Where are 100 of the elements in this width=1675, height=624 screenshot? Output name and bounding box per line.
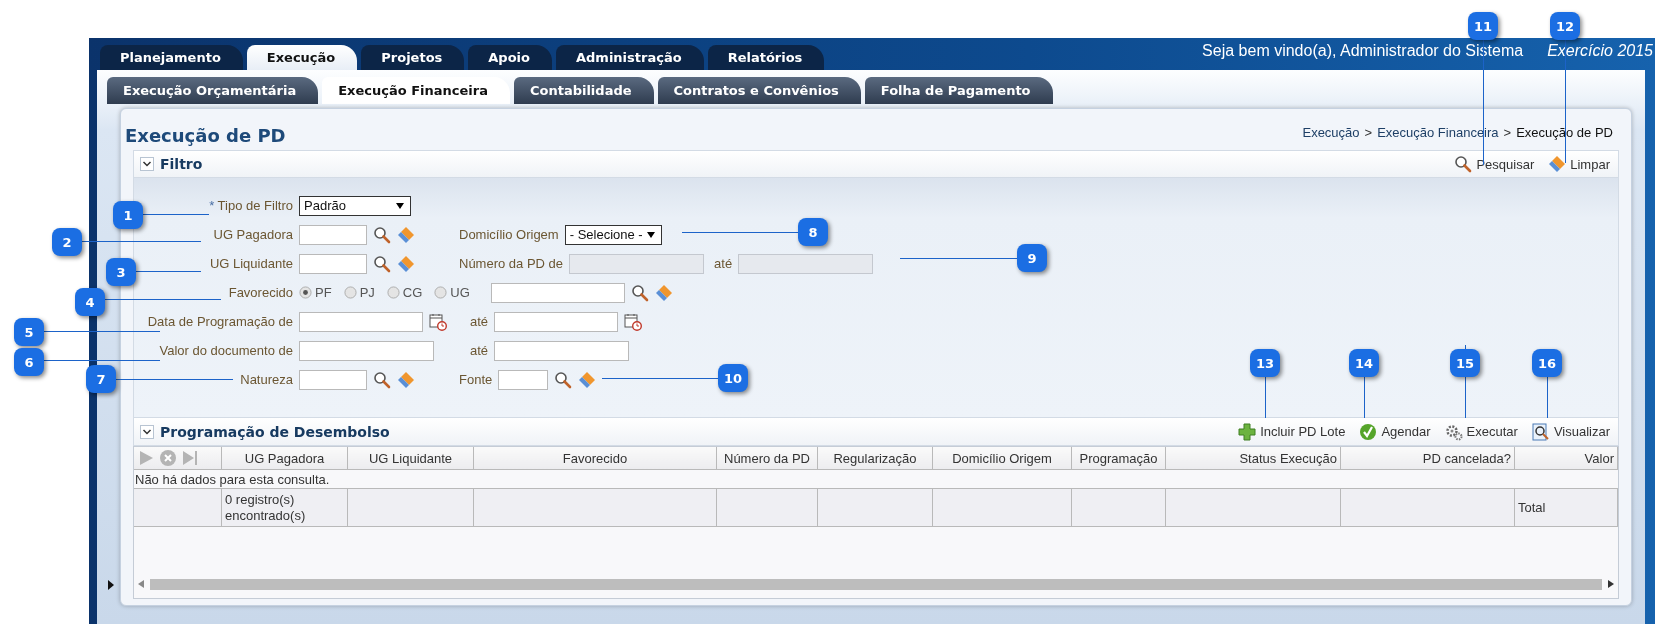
callout-badge: 12 bbox=[1550, 12, 1580, 40]
toolbar-button[interactable]: Limpar bbox=[1548, 155, 1610, 173]
field-label: Número da PD de bbox=[459, 256, 564, 271]
input-field[interactable] bbox=[299, 253, 367, 274]
column-header[interactable]: Valor bbox=[1514, 447, 1618, 470]
toolbar-button[interactable]: Pesquisar bbox=[1454, 155, 1535, 173]
field-label: Domicílio Origem bbox=[459, 227, 559, 242]
eraser-icon[interactable] bbox=[397, 370, 415, 389]
eraser-icon[interactable] bbox=[397, 225, 415, 244]
page-title: Execução de PD bbox=[125, 125, 286, 146]
dropdown-arrow-icon bbox=[396, 202, 404, 209]
callout-badge: 14 bbox=[1349, 349, 1379, 377]
search-icon[interactable] bbox=[631, 283, 649, 302]
callout-badge: 10 bbox=[718, 364, 748, 392]
input-field[interactable] bbox=[299, 340, 434, 361]
callout-badge: 5 bbox=[14, 318, 44, 346]
callout-badge: 7 bbox=[86, 365, 116, 393]
input-field[interactable] bbox=[299, 224, 367, 245]
welcome-text: Seja bem vindo(a), Administrador do Sistema bbox=[1202, 42, 1524, 60]
input-field[interactable] bbox=[498, 369, 549, 390]
callout-badge: 1 bbox=[113, 201, 143, 229]
eraser-icon bbox=[1548, 155, 1567, 173]
scroll-right-icon[interactable] bbox=[1608, 580, 1614, 588]
column-header[interactable]: Status Execução bbox=[1165, 447, 1341, 470]
field-label: até bbox=[470, 314, 489, 329]
section-title: Filtro bbox=[160, 156, 203, 172]
scroll-left-icon[interactable] bbox=[138, 580, 144, 588]
toolbar-button[interactable]: Executar bbox=[1444, 422, 1518, 441]
menu-tab[interactable]: Relatórios bbox=[707, 45, 825, 70]
filter-type-select[interactable]: Padrão bbox=[299, 195, 411, 216]
field-label: Favorecido bbox=[228, 285, 293, 300]
menu-tab[interactable]: Apoio bbox=[468, 45, 552, 70]
column-header[interactable]: Programação bbox=[1071, 447, 1166, 470]
submenu-tab[interactable]: Contratos e Convênios bbox=[657, 77, 861, 104]
column-header[interactable]: Número da PD bbox=[716, 447, 818, 470]
toolbar-button[interactable]: Agendar bbox=[1359, 422, 1431, 441]
callout-badge: 11 bbox=[1468, 12, 1498, 40]
breadcrumb-link[interactable]: Execução bbox=[1302, 125, 1360, 140]
date-field[interactable] bbox=[494, 311, 619, 332]
radio-option[interactable]: PF bbox=[299, 285, 332, 300]
gear-icon bbox=[1444, 422, 1463, 441]
calendar-icon[interactable] bbox=[624, 312, 643, 331]
callout-badge: 3 bbox=[106, 258, 136, 286]
toolbar-button[interactable]: Incluir PD Lote bbox=[1238, 422, 1346, 441]
column-header[interactable]: Domicílio Origem bbox=[932, 447, 1072, 470]
field-label: * Tipo de Filtro bbox=[209, 198, 293, 213]
record-count: 0 registro(s) encontrado(s) bbox=[221, 488, 348, 527]
dropdown-arrow-icon bbox=[646, 231, 655, 238]
eraser-icon[interactable] bbox=[397, 254, 415, 273]
column-header[interactable]: Favorecido bbox=[473, 447, 717, 470]
origin-select[interactable]: - Selecione - bbox=[564, 224, 662, 245]
menu-tab[interactable]: Execução bbox=[246, 45, 358, 70]
search-icon[interactable] bbox=[554, 370, 573, 389]
radio-option[interactable]: UG bbox=[434, 285, 470, 300]
magnifier-document-icon bbox=[1531, 422, 1550, 441]
callout-badge: 4 bbox=[75, 288, 105, 316]
radio-option[interactable]: CG bbox=[386, 285, 423, 300]
input-field[interactable] bbox=[299, 369, 367, 390]
callout-badge: 6 bbox=[14, 348, 44, 376]
eraser-icon[interactable] bbox=[578, 370, 597, 389]
eraser-icon[interactable] bbox=[655, 283, 673, 302]
search-icon bbox=[1454, 155, 1473, 173]
collapse-icon[interactable] bbox=[140, 157, 154, 171]
search-icon[interactable] bbox=[373, 254, 391, 273]
menu-tab[interactable]: Planejamento bbox=[100, 45, 243, 70]
column-header[interactable]: Regularização bbox=[817, 447, 933, 470]
input-field[interactable] bbox=[491, 282, 625, 303]
cancel-icon[interactable] bbox=[159, 449, 177, 467]
exercise-year: Exercício 2015 bbox=[1547, 42, 1653, 60]
field-label: até bbox=[714, 256, 733, 271]
callout-badge: 9 bbox=[1017, 244, 1047, 272]
submenu-tab[interactable]: Execução Financeira bbox=[322, 77, 510, 104]
field-label: Fonte bbox=[459, 372, 493, 387]
column-header[interactable]: PD cancelada? bbox=[1340, 447, 1515, 470]
search-icon[interactable] bbox=[373, 225, 391, 244]
total-label: Total bbox=[1514, 488, 1618, 527]
collapse-icon[interactable] bbox=[140, 424, 154, 439]
menu-tab[interactable]: Projetos bbox=[361, 45, 465, 70]
input-field[interactable] bbox=[494, 340, 630, 361]
submenu-tab[interactable]: Folha de Pagamento bbox=[864, 77, 1053, 104]
field-label: até bbox=[470, 343, 489, 358]
submenu-tab[interactable]: Contabilidade bbox=[513, 77, 654, 104]
date-field[interactable] bbox=[299, 311, 423, 332]
callout-badge: 15 bbox=[1450, 349, 1480, 377]
section-title: Programação de Desembolso bbox=[160, 423, 390, 440]
column-header[interactable]: UG Liquidante bbox=[347, 447, 474, 470]
radio-option[interactable]: PJ bbox=[343, 285, 375, 300]
empty-message: Não há dados para esta consulta. bbox=[134, 469, 1618, 489]
menu-tab[interactable]: Administração bbox=[556, 45, 704, 70]
submenu-tab[interactable]: Execução Orçamentária bbox=[107, 77, 319, 104]
callout-badge: 2 bbox=[52, 228, 82, 256]
search-icon[interactable] bbox=[373, 370, 391, 389]
field-label: UG Pagadora bbox=[213, 227, 293, 242]
field-label: Natureza bbox=[240, 372, 293, 387]
skip-end-icon[interactable] bbox=[181, 449, 199, 467]
column-header[interactable]: UG Pagadora bbox=[221, 447, 348, 470]
play-icon[interactable] bbox=[137, 449, 155, 467]
toolbar-button[interactable]: Visualizar bbox=[1531, 422, 1610, 441]
splitter-arrow-icon[interactable] bbox=[108, 580, 114, 590]
calendar-icon[interactable] bbox=[429, 312, 447, 331]
